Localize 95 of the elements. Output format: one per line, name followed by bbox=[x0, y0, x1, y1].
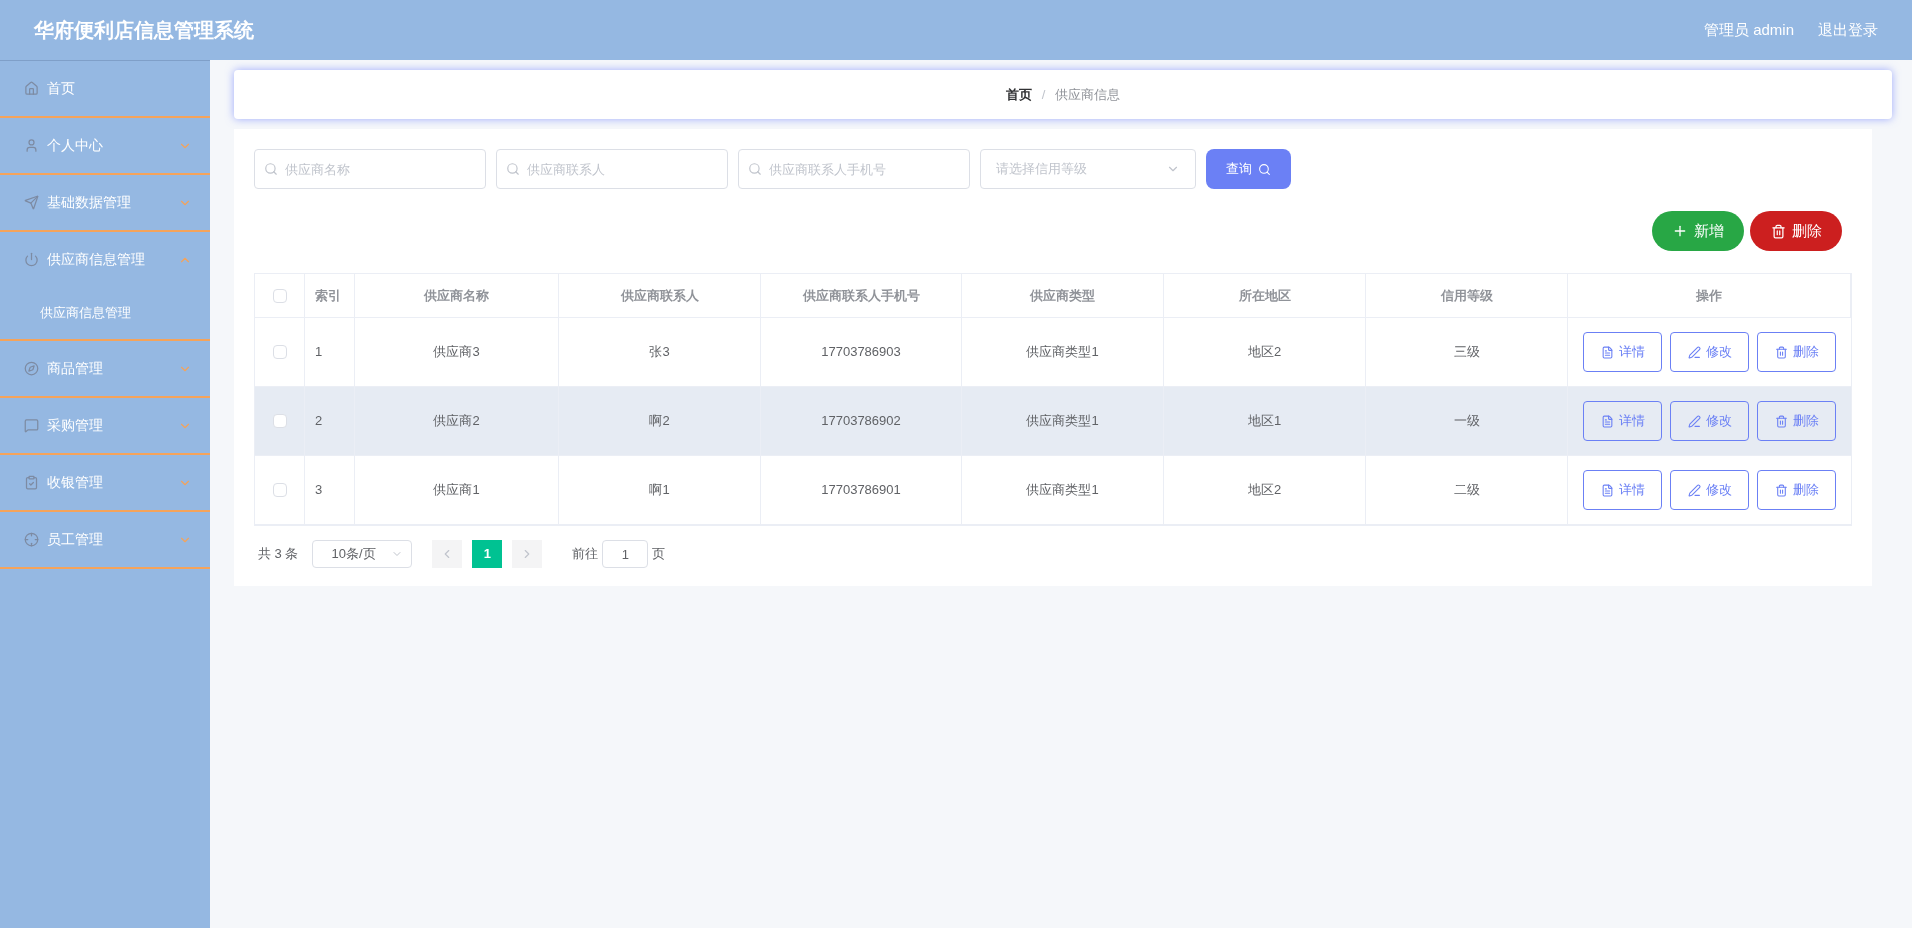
trash-icon bbox=[1770, 223, 1786, 239]
goto-suffix: 页 bbox=[652, 545, 666, 564]
search-icon bbox=[264, 162, 278, 176]
checkbox[interactable] bbox=[272, 414, 287, 428]
row-action-button[interactable]: 修改 bbox=[1670, 332, 1749, 372]
column-header: 供应商名称 bbox=[355, 274, 559, 317]
trash-icon bbox=[1774, 483, 1788, 497]
logout-link[interactable]: 退出登录 bbox=[1818, 18, 1878, 42]
breadcrumb-separator: / bbox=[1041, 85, 1046, 104]
sidebar-item[interactable]: 员工管理 bbox=[0, 512, 210, 567]
page-size-select[interactable]: 10条/页 bbox=[312, 540, 413, 568]
table-cell: 17703786903 bbox=[761, 318, 962, 386]
sidebar-item[interactable]: 基础数据管理 bbox=[0, 175, 210, 230]
trash-icon bbox=[1774, 414, 1788, 428]
search-icon bbox=[748, 162, 762, 176]
add-button[interactable]: 新增 bbox=[1652, 211, 1744, 251]
sidebar-item[interactable]: 收银管理 bbox=[0, 455, 210, 510]
search-field[interactable]: 供应商联系人手机号 bbox=[738, 149, 970, 189]
column-header: 信用等级 bbox=[1366, 274, 1568, 317]
table-cell: 供应商3 bbox=[355, 318, 559, 386]
search-icon bbox=[506, 162, 520, 176]
checkbox[interactable] bbox=[272, 288, 287, 303]
table-cell: 地区2 bbox=[1164, 318, 1366, 386]
delete-button[interactable]: 删除 bbox=[1750, 211, 1842, 251]
document-icon bbox=[1600, 414, 1614, 428]
table-cell: 17703786901 bbox=[761, 456, 962, 524]
search-field[interactable]: 供应商名称 bbox=[254, 149, 486, 189]
row-action-button[interactable]: 详情 bbox=[1583, 470, 1662, 510]
credit-level-select[interactable]: 请选择信用等级 bbox=[980, 149, 1196, 189]
table-cell: 一级 bbox=[1366, 387, 1568, 455]
goto-label: 前往 bbox=[572, 545, 599, 564]
table-cell: 2 bbox=[305, 387, 355, 455]
home-icon bbox=[24, 81, 39, 96]
next-page-button[interactable] bbox=[512, 540, 543, 568]
search-field[interactable]: 供应商联系人 bbox=[496, 149, 728, 189]
table-cell: 地区2 bbox=[1164, 456, 1366, 524]
pencil-icon bbox=[1687, 414, 1701, 428]
prev-page-button[interactable] bbox=[432, 540, 463, 568]
checkbox[interactable] bbox=[272, 483, 287, 497]
submenu-item[interactable]: 供应商信息管理 bbox=[0, 287, 210, 339]
clipboard-icon bbox=[24, 475, 39, 490]
column-header: 所在地区 bbox=[1164, 274, 1366, 317]
app-title: 华府便利店信息管理系统 bbox=[34, 18, 254, 43]
goto-page-field[interactable]: 1 bbox=[602, 540, 649, 568]
table-cell: 三级 bbox=[1366, 318, 1568, 386]
table-cell: 张3 bbox=[559, 318, 761, 386]
sidebar-item[interactable]: 商品管理 bbox=[0, 341, 210, 396]
sidebar-item[interactable]: 首页 bbox=[0, 61, 210, 116]
checkbox[interactable] bbox=[272, 345, 287, 359]
breadcrumb-item[interactable]: 首页 bbox=[1005, 84, 1032, 105]
document-icon bbox=[1600, 345, 1614, 359]
total-count: 共 3 条 bbox=[258, 545, 299, 564]
compass-icon bbox=[24, 361, 39, 376]
row-action-button[interactable]: 删除 bbox=[1757, 401, 1836, 441]
table-cell: 供应商类型1 bbox=[962, 456, 1164, 524]
document-icon bbox=[1600, 483, 1614, 497]
query-button[interactable]: 查询 bbox=[1206, 149, 1291, 189]
row-action-button[interactable]: 详情 bbox=[1583, 401, 1662, 441]
user-icon bbox=[24, 138, 39, 153]
table-cell: 啊2 bbox=[559, 387, 761, 455]
pencil-icon bbox=[1687, 345, 1701, 359]
column-header: 供应商类型 bbox=[962, 274, 1164, 317]
search-icon bbox=[1258, 162, 1271, 176]
page-button[interactable]: 1 bbox=[472, 540, 503, 568]
row-action-button[interactable]: 删除 bbox=[1757, 332, 1836, 372]
table-cell: 啊1 bbox=[559, 456, 761, 524]
column-header: 操作 bbox=[1568, 274, 1851, 317]
table-cell: 供应商2 bbox=[355, 387, 559, 455]
table-cell: 地区1 bbox=[1164, 387, 1366, 455]
row-action-button[interactable]: 修改 bbox=[1670, 470, 1749, 510]
trash-icon bbox=[1774, 345, 1788, 359]
table-cell: 1 bbox=[305, 318, 355, 386]
sidebar-item[interactable]: 采购管理 bbox=[0, 398, 210, 453]
table-cell: 供应商1 bbox=[355, 456, 559, 524]
pencil-icon bbox=[1687, 483, 1701, 497]
crosshair-icon bbox=[24, 532, 39, 547]
table-cell: 17703786902 bbox=[761, 387, 962, 455]
sidebar-item[interactable]: 个人中心 bbox=[0, 118, 210, 173]
table-cell: 3 bbox=[305, 456, 355, 524]
table-cell: 二级 bbox=[1366, 456, 1568, 524]
table-cell: 供应商类型1 bbox=[962, 387, 1164, 455]
user-label: 管理员 admin bbox=[1703, 19, 1794, 40]
row-action-button[interactable]: 修改 bbox=[1670, 401, 1749, 441]
chat-icon bbox=[24, 418, 39, 433]
column-header: 索引 bbox=[305, 274, 355, 317]
breadcrumb-item: 供应商信息 bbox=[1055, 85, 1121, 104]
column-header: 供应商联系人 bbox=[559, 274, 761, 317]
row-action-button[interactable]: 详情 bbox=[1583, 332, 1662, 372]
table-cell: 供应商类型1 bbox=[962, 318, 1164, 386]
column-header: 供应商联系人手机号 bbox=[761, 274, 962, 317]
paper-plane-icon bbox=[24, 195, 39, 210]
power-icon bbox=[24, 252, 39, 267]
sidebar-item[interactable]: 供应商信息管理 bbox=[0, 232, 210, 287]
row-action-button[interactable]: 删除 bbox=[1757, 470, 1836, 510]
plus-icon bbox=[1672, 223, 1688, 239]
